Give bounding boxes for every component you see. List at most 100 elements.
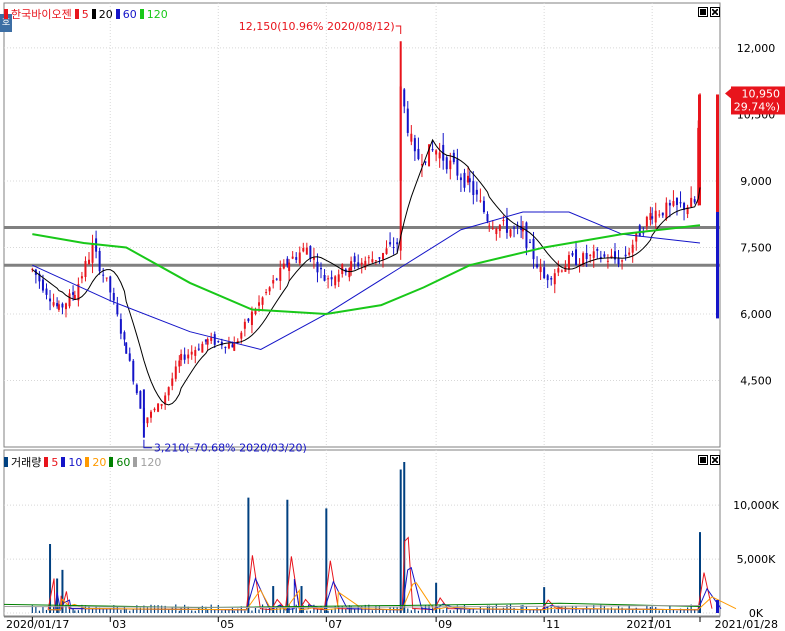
- current-price-pointer: [725, 88, 731, 99]
- candle-body: [183, 354, 186, 360]
- x-tick-label: 07: [328, 618, 342, 631]
- stock-chart: 12,0009,0007,5006,0004,50010,5002020/01/…: [3, 2, 785, 631]
- candle-body: [513, 227, 516, 229]
- candle-body: [72, 292, 75, 295]
- close-icon[interactable]: [710, 7, 720, 17]
- vma10-label[interactable]: 10: [68, 456, 82, 469]
- vma20-marker: [85, 457, 90, 467]
- candle-body: [374, 260, 377, 262]
- candle-body: [571, 253, 574, 256]
- candle-body: [61, 303, 64, 308]
- price-tick-label: 7,500: [740, 241, 772, 254]
- ma60-label[interactable]: 60: [123, 8, 137, 21]
- candle-body: [160, 404, 163, 406]
- candle-body: [367, 257, 370, 259]
- candle-body: [68, 293, 71, 307]
- candle-body: [498, 224, 501, 231]
- candle-body: [550, 278, 553, 280]
- candle-body: [491, 227, 494, 229]
- ma20-label[interactable]: 20: [99, 8, 113, 21]
- candle-body: [665, 202, 668, 219]
- volume-title[interactable]: 거래량: [11, 454, 41, 470]
- candle-body: [233, 342, 236, 351]
- candle-body: [417, 148, 420, 160]
- price-tick-label: 6,000: [740, 308, 772, 321]
- candle-body: [348, 268, 351, 278]
- ma60-marker: [115, 9, 120, 19]
- candle-body: [560, 270, 563, 272]
- close-icon[interactable]: [710, 455, 720, 465]
- candle-body: [105, 277, 108, 279]
- candle-body: [690, 197, 693, 207]
- vma5-label[interactable]: 5: [51, 456, 58, 469]
- vma10-marker: [61, 457, 66, 467]
- price-tick-label: 12,000: [737, 42, 776, 55]
- candle-body: [649, 213, 652, 220]
- maximize-icon[interactable]: [698, 455, 708, 465]
- vma60-marker: [109, 457, 114, 467]
- candle-body: [132, 360, 135, 382]
- candle-body: [291, 256, 294, 259]
- stock-name[interactable]: 한국바이오젠: [11, 6, 72, 22]
- candle-body: [279, 267, 282, 281]
- vma20-label[interactable]: 20: [92, 456, 106, 469]
- candle-body: [445, 157, 448, 170]
- candle-body: [102, 274, 105, 276]
- candle-body: [153, 408, 156, 411]
- vma60-label[interactable]: 60: [116, 456, 130, 469]
- candle-body: [438, 152, 441, 159]
- candle-body: [217, 341, 220, 343]
- candle-body: [56, 303, 59, 307]
- volume-plot-area: [3, 449, 721, 617]
- candle-body: [410, 133, 413, 142]
- candle-body: [91, 243, 94, 263]
- candle-body: [679, 202, 682, 204]
- ma5-label[interactable]: 5: [82, 8, 89, 21]
- volume-tick-label: 10,000K: [733, 499, 779, 512]
- volume-current-bar: [716, 600, 719, 613]
- candle-body: [84, 260, 87, 277]
- candle-body: [254, 310, 257, 315]
- candle-body: [80, 276, 83, 279]
- maximize-icon[interactable]: [698, 7, 708, 17]
- candle-body: [282, 263, 285, 269]
- candle-body: [456, 159, 459, 176]
- candle-body: [392, 247, 395, 249]
- candle-body: [109, 276, 112, 293]
- candle-body: [672, 201, 675, 206]
- candle-body: [206, 339, 209, 345]
- x-tick-label: 2020/01/17: [6, 618, 69, 631]
- candle-body: [350, 261, 353, 271]
- ma120-label[interactable]: 120: [147, 8, 168, 21]
- candle-body: [505, 218, 508, 233]
- current-bar-up: [716, 94, 719, 212]
- candle-body: [123, 332, 126, 340]
- candle-body: [171, 378, 174, 386]
- vma120-label[interactable]: 120: [140, 456, 161, 469]
- candle-body: [385, 248, 388, 254]
- candle-body: [73, 294, 76, 300]
- current-price: 10,950: [742, 87, 781, 100]
- candle-body: [243, 321, 246, 329]
- candle-body: [463, 172, 466, 188]
- candle-body: [406, 108, 409, 133]
- candle-body: [197, 348, 200, 350]
- ma5-marker: [74, 9, 79, 19]
- x-tick-label: 2021/01: [626, 618, 672, 631]
- candle-body: [468, 178, 471, 183]
- candle-body: [298, 252, 301, 264]
- candle-body: [337, 274, 340, 282]
- candle-body: [435, 150, 438, 155]
- candle-body: [334, 276, 337, 286]
- candle-body: [98, 250, 101, 272]
- candle-body: [389, 242, 392, 245]
- candle-body: [596, 249, 599, 251]
- vma120-marker: [133, 457, 138, 467]
- candle-body: [57, 304, 60, 310]
- candle-body: [467, 175, 469, 183]
- candle-body: [353, 256, 356, 262]
- candle-body: [187, 354, 190, 359]
- candle-body: [606, 260, 609, 262]
- candle-body: [357, 262, 360, 267]
- candle-body: [509, 229, 512, 237]
